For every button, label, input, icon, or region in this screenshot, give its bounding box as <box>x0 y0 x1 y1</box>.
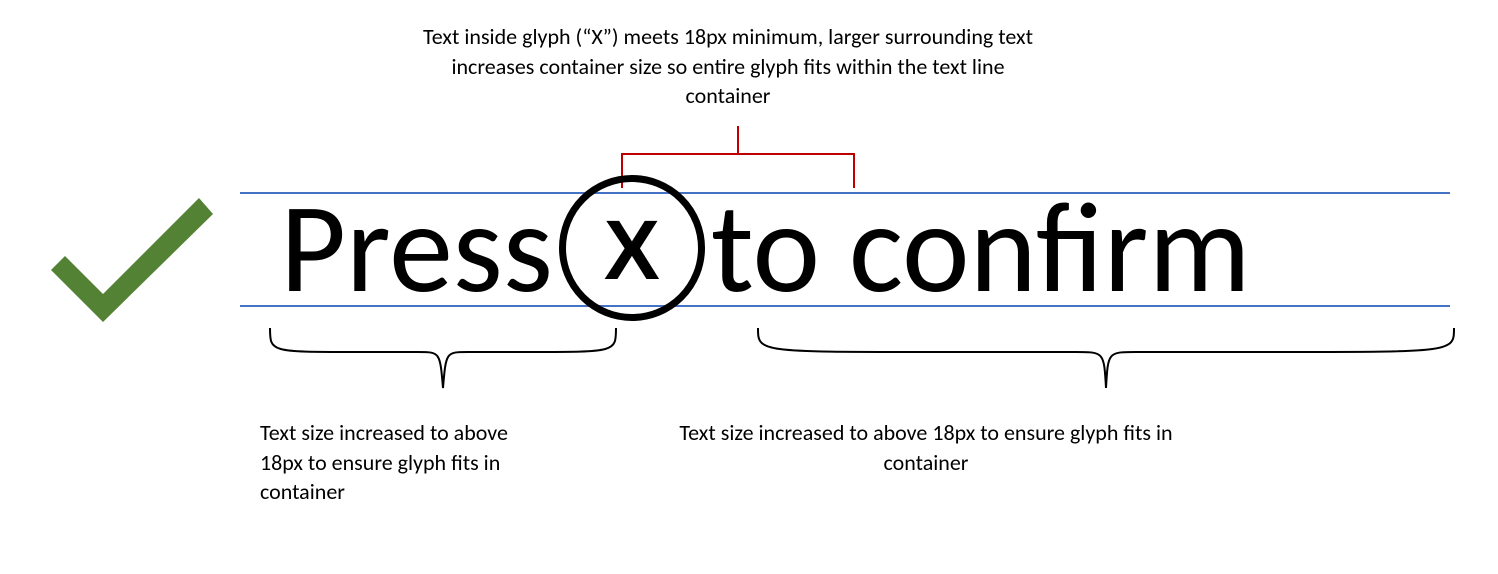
top-caption: Text inside glyph (“X”) meets 18px minim… <box>408 22 1048 111</box>
glyph-letter: X <box>604 208 660 292</box>
diagram-canvas: Text inside glyph (“X”) meets 18px minim… <box>0 0 1498 574</box>
bottom-left-caption: Text size increased to above 18px to ens… <box>260 418 550 507</box>
curly-brace-right-icon <box>756 326 1456 390</box>
glyph-circle-icon: X <box>559 175 705 321</box>
example-text-right: to confirm <box>711 184 1251 312</box>
example-text-row: Press X to confirm <box>280 168 1251 328</box>
check-icon <box>45 192 215 322</box>
bottom-right-caption: Text size increased to above 18px to ens… <box>646 418 1206 477</box>
glyph-button-icon: X <box>557 173 707 323</box>
example-text-left: Press <box>280 184 553 312</box>
red-leader-line <box>737 126 739 154</box>
curly-brace-left-icon <box>268 326 618 390</box>
